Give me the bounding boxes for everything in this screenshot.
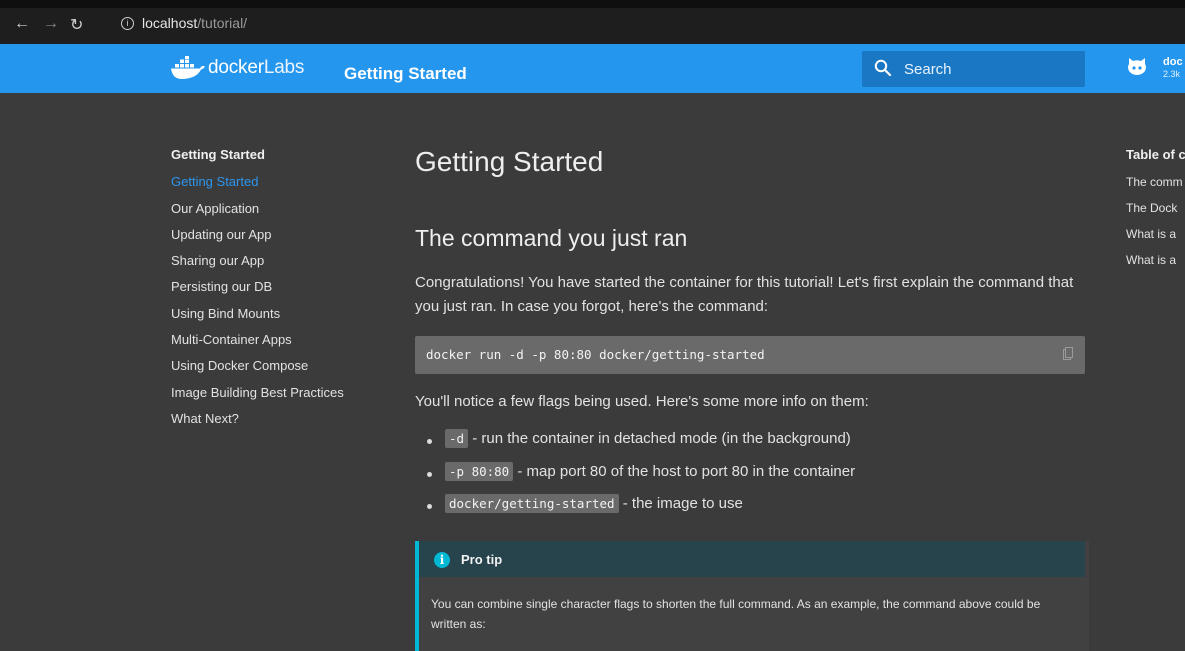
page-title: Getting Started: [415, 146, 604, 177]
toc-item[interactable]: What is a: [1126, 252, 1185, 269]
admonition-header: i Pro tip: [419, 541, 1085, 577]
table-of-contents: Table of c The comm The Dock What is a W…: [1126, 147, 1185, 269]
bullet-dot: [427, 471, 432, 477]
sidebar-item-using-bind-mounts[interactable]: Using Bind Mounts: [171, 305, 386, 323]
sidebar-item-image-building-best-practices[interactable]: Image Building Best Practices: [171, 384, 386, 402]
sidebar-item-persisting-our-db[interactable]: Persisting our DB: [171, 278, 386, 296]
header-title: Getting Started: [344, 64, 467, 83]
toc-item[interactable]: The comm: [1126, 174, 1185, 191]
toc-item[interactable]: The Dock: [1126, 200, 1185, 217]
forward-arrow-icon[interactable]: →: [43, 15, 59, 33]
code-block: docker run -d -p 80:80 docker/getting-st…: [415, 336, 1085, 374]
flag-description: - map port 80 of the host to port 80 in …: [513, 462, 856, 480]
reload-icon[interactable]: ↻: [70, 15, 83, 35]
sidebar-nav: Getting Started Getting Started Our Appl…: [171, 147, 386, 428]
flag-code: docker/getting-started: [445, 494, 619, 513]
toc-item[interactable]: What is a: [1126, 226, 1185, 243]
repo-name[interactable]: doc: [1163, 56, 1183, 68]
info-icon: i: [434, 552, 450, 568]
brand-docker: docker: [208, 57, 264, 78]
bullet-dot: [427, 504, 432, 509]
flag-code: -d: [445, 429, 469, 448]
docker-whale-icon: [171, 56, 205, 79]
flags-intro: You'll notice a few flags being used. He…: [415, 393, 869, 410]
url-host: localhost: [142, 15, 198, 31]
command-text: docker run -d -p 80:80 docker/getting-st…: [426, 347, 765, 362]
search-placeholder: Search: [904, 61, 952, 78]
intro-paragraph: Congratulations! You have started the co…: [415, 274, 1074, 315]
sidebar-item-our-application[interactable]: Our Application: [171, 200, 386, 218]
flag-description: - run the container in detached mode (in…: [468, 430, 851, 447]
brand-labs: Labs: [263, 57, 305, 78]
sidebar-title: Getting Started: [171, 147, 265, 162]
section-heading: The command you just ran: [415, 225, 688, 251]
admonition-body: You can combine single character flags t…: [431, 597, 1041, 631]
tab-strip: [0, 0, 1185, 8]
pro-tip-admonition: i Pro tip You can combine single charact…: [415, 541, 1089, 651]
search-icon: [874, 59, 892, 77]
docker-labs-logo[interactable]: dockerLabs: [170, 55, 304, 81]
sidebar-item-what-next[interactable]: What Next?: [171, 410, 386, 428]
sidebar-item-sharing-our-app[interactable]: Sharing our App: [171, 252, 386, 270]
bullet-dot: [427, 439, 432, 444]
repo-stars: 2.3k: [1163, 69, 1181, 79]
back-arrow-icon[interactable]: ←: [14, 15, 30, 33]
address-bar[interactable]: localhost/tutorial/: [142, 15, 247, 31]
sidebar-item-multi-container-apps[interactable]: Multi-Container Apps: [171, 331, 386, 349]
github-icon[interactable]: [1126, 55, 1148, 77]
search-input[interactable]: Search: [862, 51, 1085, 87]
site-header: dockerLabs Getting Started Search doc 2.…: [0, 44, 1185, 93]
admonition-title: Pro tip: [461, 552, 503, 567]
copy-icon[interactable]: [1063, 347, 1073, 360]
sidebar-item-updating-our-app[interactable]: Updating our App: [171, 226, 386, 244]
url-path: /tutorial/: [197, 15, 248, 31]
site-info-icon[interactable]: i: [121, 17, 134, 30]
sidebar-item-using-docker-compose[interactable]: Using Docker Compose: [171, 357, 386, 375]
flag-description: - the image to use: [618, 495, 743, 512]
sidebar-item-getting-started[interactable]: Getting Started: [171, 173, 386, 191]
flag-code: -p 80:80: [445, 461, 514, 481]
browser-toolbar: ← → ↻ i localhost/tutorial/: [0, 0, 1185, 44]
toc-title: Table of c: [1126, 147, 1185, 162]
